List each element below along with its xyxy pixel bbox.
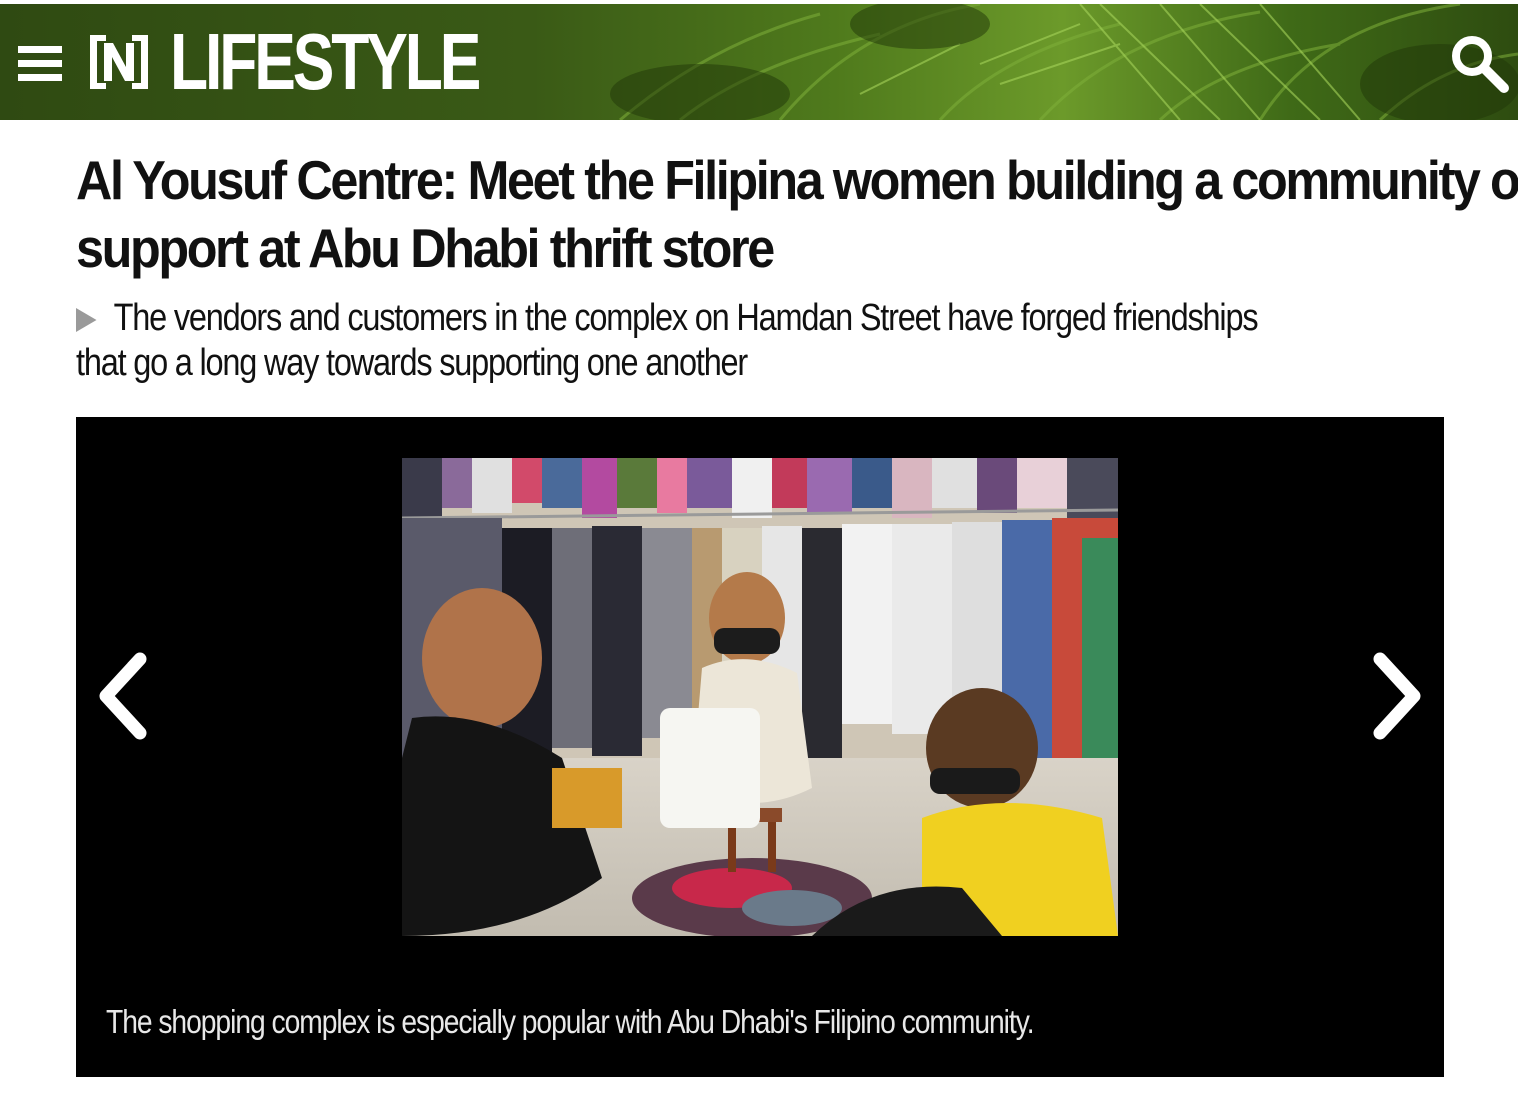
gallery-photo[interactable] xyxy=(402,458,1118,936)
headline-line: support at Abu Dhabi thrift store xyxy=(76,217,775,279)
menu-button[interactable] xyxy=(18,44,62,82)
menu-bar xyxy=(18,74,62,81)
site-logo[interactable]: LIFESTYLE xyxy=(86,17,565,106)
standfirst-line-1: The vendors and customers in the complex… xyxy=(76,296,1290,341)
the-national-logo-icon xyxy=(90,35,148,89)
menu-bar xyxy=(18,60,62,67)
image-gallery: The shopping complex is especially popul… xyxy=(76,417,1444,1077)
headline-line: Al Yousuf Centre: Meet the Filipina wome… xyxy=(76,149,1518,211)
photo-caption: The shopping complex is especially popul… xyxy=(106,1003,1035,1040)
palm-foliage-background xyxy=(610,4,1518,120)
thrift-store-photo xyxy=(402,458,1118,936)
section-title: LIFESTYLE xyxy=(170,17,481,106)
play-triangle-icon xyxy=(76,308,97,332)
chevron-left-icon[interactable] xyxy=(94,651,154,741)
chevron-right-icon[interactable] xyxy=(1366,651,1426,741)
standfirst-line: that go a long way towards supporting on… xyxy=(76,342,748,384)
search-icon[interactable] xyxy=(1448,32,1510,94)
menu-bar xyxy=(18,46,62,53)
article-headline: Al Yousuf Centre: Meet the Filipina wome… xyxy=(76,146,1518,282)
article-standfirst: The vendors and customers in the complex… xyxy=(76,296,1496,386)
site-header: LIFESTYLE xyxy=(0,4,1518,120)
standfirst-text: The vendors and customers in the complex… xyxy=(113,297,1259,339)
